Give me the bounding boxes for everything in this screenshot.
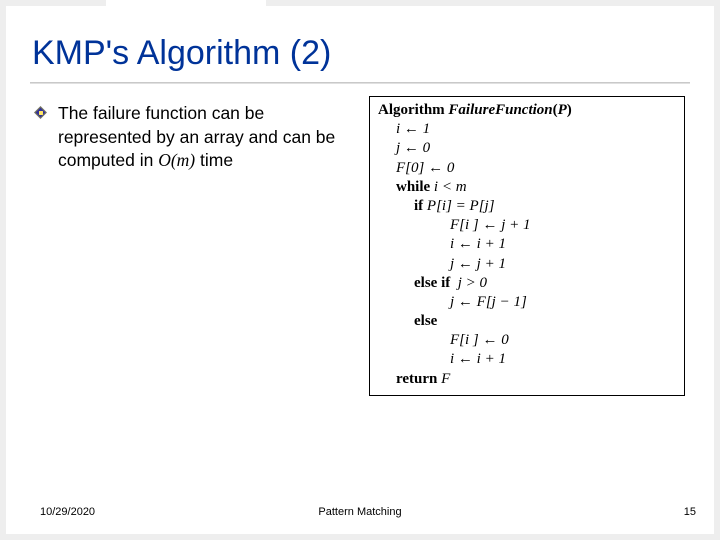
algo-line-14: return F [378,370,678,389]
title-underline [30,82,690,84]
algo-line-6: F[i ] ← j + 1 [378,216,678,235]
algo-line-13: i ← i + 1 [378,350,678,369]
algo-line-12: F[i ] ← 0 [378,331,678,350]
slide-tab [106,0,266,12]
algo-line-9: else if j > 0 [378,274,678,293]
algo-line-1: i ← 1 [378,120,678,139]
bullet-icon [34,106,47,119]
algo-line-8: j ← j + 1 [378,255,678,274]
bullet-text: The failure function can be represented … [58,102,338,173]
slide-title: KMP's Algorithm (2) [32,34,331,73]
algorithm-box: Algorithm FailureFunction(P) i ← 1 j ← 0… [369,96,685,396]
algo-line-7: i ← i + 1 [378,235,678,254]
algo-line-0: Algorithm FailureFunction(P) [378,101,678,120]
slide: KMP's Algorithm (2) The failure function… [6,6,714,534]
bullet-text-om: O(m) [158,150,195,170]
algo-line-11: else [378,312,678,331]
bullet-text-post: time [195,150,233,170]
algo-line-3: F[0] ← 0 [378,159,678,178]
footer-page-number: 15 [684,506,696,518]
algo-line-10: j ← F[j − 1] [378,293,678,312]
algo-line-5: if P[i] = P[j] [378,197,678,216]
algo-line-4: while i < m [378,178,678,197]
footer-center: Pattern Matching [6,506,714,518]
algo-line-2: j ← 0 [378,139,678,158]
